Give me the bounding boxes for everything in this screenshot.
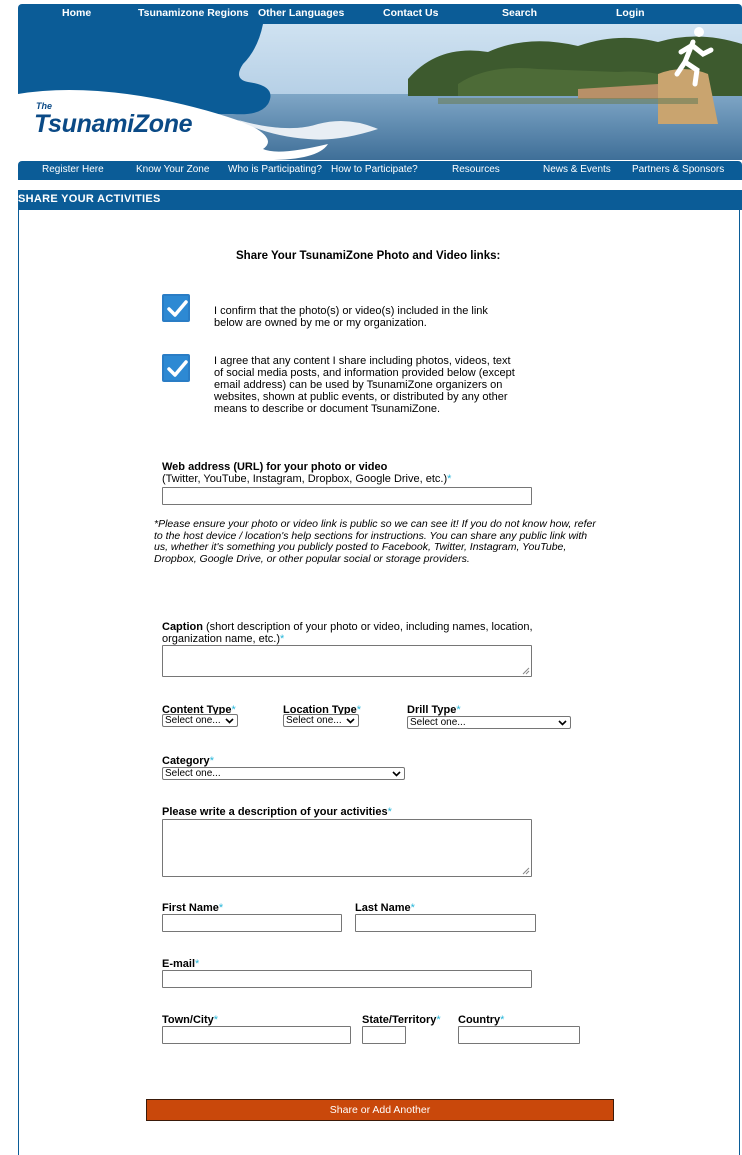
first-name-label-title: First Name [162, 902, 219, 914]
content-type-selected: Select one... [165, 715, 221, 726]
drill-type-label-title: Drill Type [407, 704, 457, 716]
usage-consent-checkbox[interactable] [162, 354, 190, 382]
logo-tsunamizone[interactable]: TsunamiZone [34, 110, 193, 139]
ownership-checkbox-label: I confirm that the photo(s) or video(s) … [214, 305, 488, 329]
location-type-selected: Select one... [286, 715, 342, 726]
email-input[interactable] [162, 970, 532, 988]
caption-label-title: Caption [162, 621, 203, 633]
resize-grip-icon[interactable] [522, 867, 530, 875]
state-input[interactable] [362, 1026, 406, 1044]
town-input[interactable] [162, 1026, 351, 1044]
drill-type-selected: Select one... [410, 717, 466, 728]
country-label-title: Country [458, 1014, 501, 1026]
town-label-title: Town/City [162, 1014, 214, 1026]
last-name-input[interactable] [355, 914, 536, 932]
nav-search[interactable]: Search [502, 7, 537, 19]
share-submit-button[interactable]: Share or Add Another [146, 1099, 614, 1121]
email-required-mark: * [195, 958, 200, 970]
first-name-required-mark: * [218, 902, 224, 914]
email-label: E-mail* [162, 958, 199, 970]
description-required-mark: * [387, 806, 392, 818]
email-label-title: E-mail [162, 958, 196, 970]
subnav-who-is-participating[interactable]: Who is Participating? [228, 164, 322, 175]
chevron-down-icon [558, 720, 567, 726]
drill-type-select[interactable]: Select one... [407, 716, 571, 729]
category-required-mark: * [209, 755, 214, 767]
category-selected: Select one... [165, 768, 221, 779]
country-required-mark: * [500, 1014, 505, 1026]
top-nav: Home Tsunamizone Regions Other Languages… [18, 4, 742, 24]
drill-type-required-mark: * [456, 704, 461, 716]
description-label: Please write a description of your activ… [162, 806, 392, 818]
caption-required-mark: * [280, 633, 285, 645]
subnav-partners-sponsors[interactable]: Partners & Sponsors [632, 164, 724, 175]
first-name-label: First Name* [162, 902, 223, 914]
page-title: SHARE YOUR ACTIVITIES [18, 193, 161, 205]
drill-type-label: Drill Type* [407, 704, 461, 716]
nav-login[interactable]: Login [616, 7, 645, 19]
page-title-bar: SHARE YOUR ACTIVITIES [18, 190, 742, 210]
caption-textarea[interactable] [162, 645, 532, 677]
ownership-checkbox[interactable] [162, 294, 190, 322]
url-required-mark: * [447, 473, 452, 485]
subnav-how-to-participate[interactable]: How to Participate? [331, 164, 418, 175]
url-label-hint: (Twitter, YouTube, Instagram, Dropbox, G… [162, 473, 448, 485]
town-required-mark: * [213, 1014, 219, 1026]
banner-graphic [18, 24, 742, 160]
header-banner: The TsunamiZone [18, 24, 742, 160]
content-type-select[interactable]: Select one... [162, 714, 238, 727]
state-label: State/Territory* [362, 1014, 441, 1026]
sub-nav: Register Here Know Your Zone Who is Part… [18, 161, 742, 180]
last-name-required-mark: * [410, 902, 415, 914]
location-type-select[interactable]: Select one... [283, 714, 359, 727]
country-label: Country* [458, 1014, 504, 1026]
checkmark-icon [167, 360, 188, 377]
chevron-down-icon [346, 718, 355, 724]
town-label: Town/City* [162, 1014, 218, 1026]
country-input[interactable] [458, 1026, 580, 1044]
state-label-title: State/Territory [362, 1014, 437, 1026]
caption-label: Caption (short description of your photo… [162, 621, 582, 645]
url-label-title: Web address (URL) for your photo or vide… [162, 461, 388, 473]
caption-label-hint: (short description of your photo or vide… [162, 621, 533, 645]
category-label-title: Category [162, 755, 210, 767]
url-label: Web address (URL) for your photo or vide… [162, 461, 451, 485]
last-name-label: Last Name* [355, 902, 415, 914]
chevron-down-icon [392, 771, 401, 777]
description-label-title: Please write a description of your activ… [162, 806, 388, 818]
form-title: Share Your TsunamiZone Photo and Video l… [236, 250, 501, 262]
nav-other-languages[interactable]: Other Languages [258, 7, 344, 19]
subnav-know-your-zone[interactable]: Know Your Zone [136, 164, 209, 175]
url-input[interactable] [162, 487, 532, 505]
resize-grip-icon[interactable] [522, 667, 530, 675]
last-name-label-title: Last Name [355, 902, 411, 914]
chevron-down-icon [225, 718, 234, 724]
subnav-resources[interactable]: Resources [452, 164, 500, 175]
nav-contact-us[interactable]: Contact Us [383, 7, 438, 19]
nav-tsunamizone-regions[interactable]: Tsunamizone Regions [138, 7, 249, 19]
category-label: Category* [162, 755, 214, 767]
subnav-news-events[interactable]: News & Events [543, 164, 611, 175]
category-select[interactable]: Select one... [162, 767, 405, 780]
public-link-note: *Please ensure your photo or video link … [154, 518, 596, 565]
usage-consent-checkbox-label: I agree that any content I share includi… [214, 355, 515, 415]
description-textarea[interactable] [162, 819, 532, 877]
first-name-input[interactable] [162, 914, 342, 932]
nav-home[interactable]: Home [62, 7, 91, 19]
checkmark-icon [167, 300, 188, 317]
state-required-mark: * [436, 1014, 441, 1026]
subnav-register-here[interactable]: Register Here [42, 164, 104, 175]
